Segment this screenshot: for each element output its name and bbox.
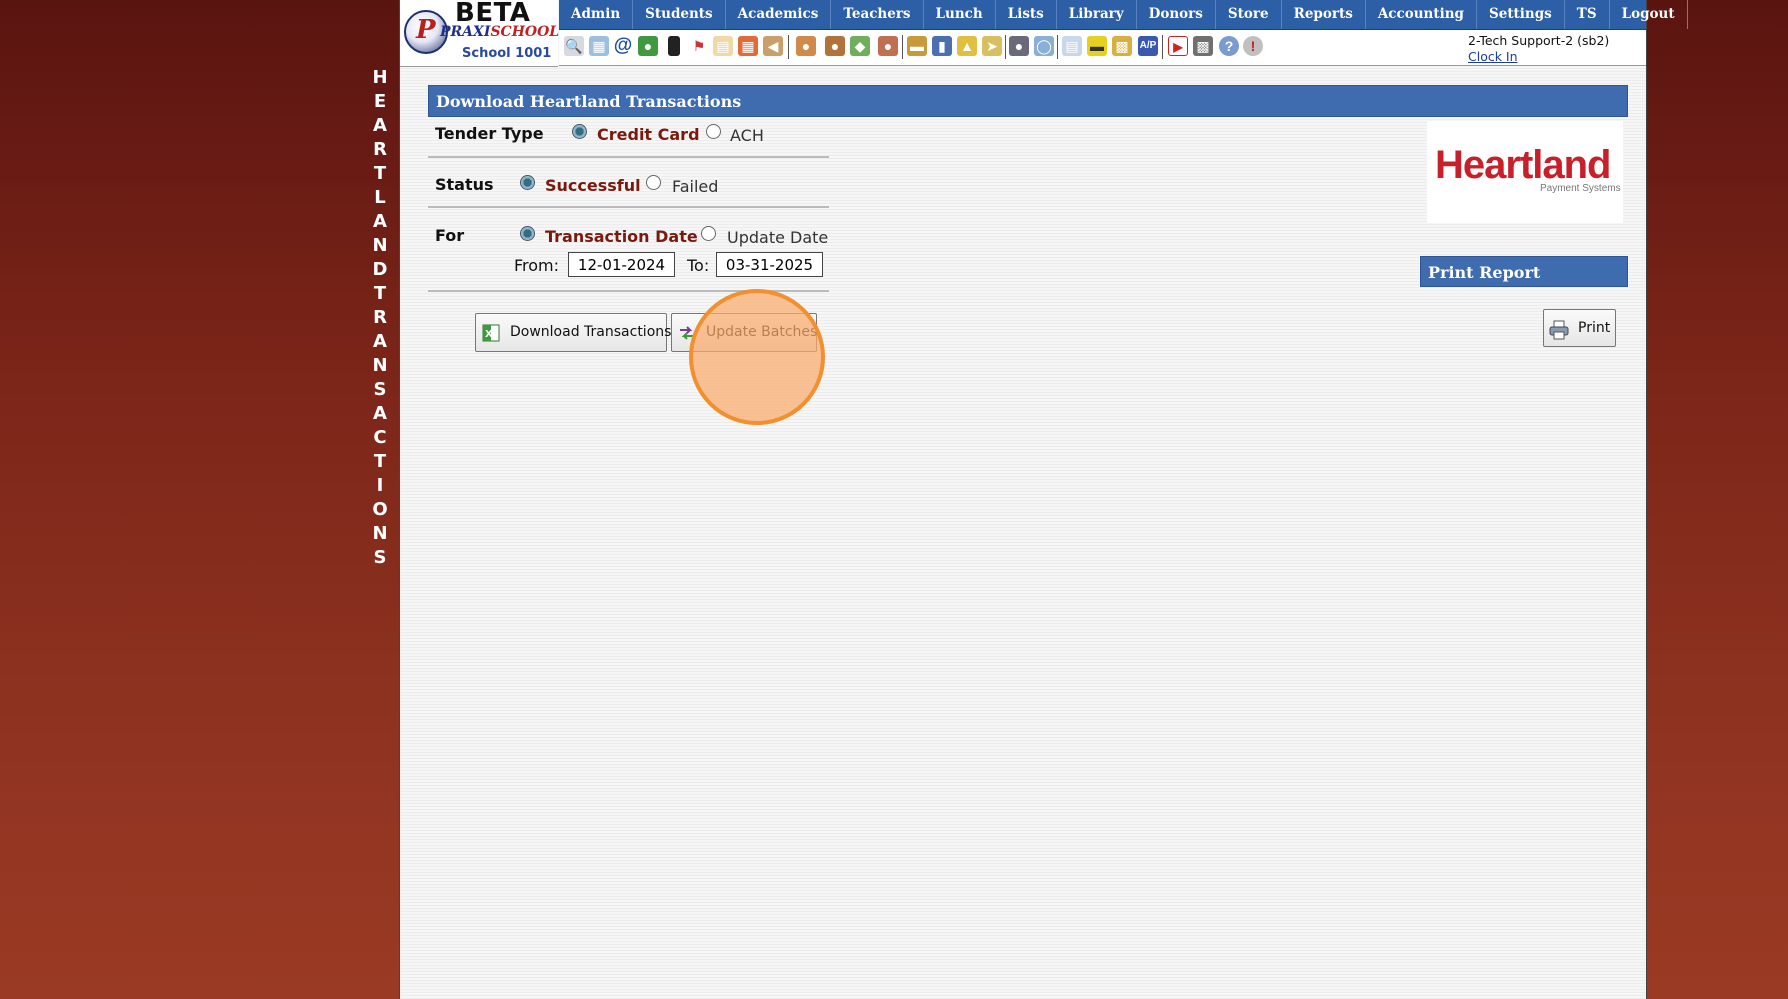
svg-text:X: X (485, 329, 493, 340)
bell-icon[interactable]: ▲ (957, 36, 977, 56)
status-successful-radio[interactable] (520, 175, 535, 190)
tender-type-label: Tender Type (435, 124, 544, 143)
excel-icon: X (482, 324, 500, 342)
status-failed-radio[interactable] (646, 175, 661, 190)
for-transaction-date-label[interactable]: Transaction Date (545, 227, 698, 246)
toolbar-separator (1057, 35, 1058, 59)
quick-toolbar: 🔍 ▦ @ ● ⚑ ▤ ▦ ◀ ● ● ◆ ● ▬ ▮ ▲ ➤ ● ◯ ▤ ▬ … (559, 30, 1646, 66)
chat-icon[interactable]: ● (638, 36, 658, 56)
email-at-icon[interactable]: @ (613, 36, 633, 56)
newsletter-icon[interactable]: ▤ (713, 36, 733, 56)
alert-icon[interactable]: ! (1243, 36, 1263, 56)
money-icon[interactable]: ▬ (1087, 36, 1107, 56)
heartland-logo-subtitle: Payment Systems (1540, 183, 1621, 194)
printer-folder-icon[interactable]: ▩ (1112, 36, 1132, 56)
to-label: To: (687, 256, 710, 275)
menu-store[interactable]: Store (1216, 0, 1282, 29)
for-label: For (435, 226, 465, 245)
clock-in-link[interactable]: Clock In (1468, 49, 1518, 64)
click-highlight-marker (689, 289, 825, 425)
book-icon[interactable]: ▮ (932, 36, 952, 56)
menu-lunch[interactable]: Lunch (924, 0, 996, 29)
menu-accounting[interactable]: Accounting (1366, 0, 1477, 29)
status-failed-label[interactable]: Failed (672, 177, 718, 196)
clock-icon[interactable]: ◯ (1034, 36, 1054, 56)
status-label: Status (435, 175, 494, 194)
calendar-icon[interactable]: ▦ (738, 36, 758, 56)
tender-ach-radio[interactable] (706, 124, 721, 139)
from-date-input[interactable] (568, 252, 675, 277)
form-divider (428, 156, 829, 158)
mobile-phone-icon[interactable] (668, 36, 680, 56)
current-user: 2-Tech Support-2 (sb2) (1468, 33, 1610, 48)
toolbar-separator (788, 35, 789, 59)
heartland-logo-word: Heartland (1435, 143, 1611, 187)
ap-icon[interactable]: A/P (1138, 36, 1158, 56)
family-icon[interactable]: ● (878, 36, 898, 56)
print-report-header: Print Report (1420, 256, 1628, 287)
calendar-grid-icon[interactable]: ▦ (589, 36, 609, 56)
menu-settings[interactable]: Settings (1477, 0, 1565, 29)
flag-icon[interactable]: ⚑ (689, 36, 709, 56)
student-icon[interactable]: ● (825, 36, 845, 56)
school-name: School 1001 (462, 46, 552, 61)
vertical-page-title: HEARTLAND TRANSACTIONS (372, 67, 394, 568)
to-date-input[interactable] (716, 252, 823, 277)
for-update-date-radio[interactable] (701, 226, 716, 241)
tender-credit-card-radio[interactable] (572, 124, 587, 139)
update-batches-button[interactable]: Update Batches (671, 313, 817, 352)
for-transaction-date-radio[interactable] (520, 226, 535, 241)
tender-ach-label[interactable]: ACH (730, 126, 764, 145)
toolbar-separator (1005, 35, 1006, 59)
for-update-date-label[interactable]: Update Date (727, 228, 828, 247)
menu-logout[interactable]: Logout (1610, 0, 1688, 29)
toolbar-separator (902, 35, 903, 59)
megaphone-icon[interactable]: ◀ (763, 36, 783, 56)
download-transactions-button[interactable]: X Download Transactions (475, 313, 671, 352)
menu-academics[interactable]: Academics (726, 0, 832, 29)
add-student-icon[interactable]: ● (796, 36, 816, 56)
menu-teachers[interactable]: Teachers (831, 0, 924, 29)
download-transactions-label: Download Transactions (510, 324, 672, 340)
menu-library[interactable]: Library (1057, 0, 1137, 29)
menu-admin[interactable]: Admin (559, 0, 634, 29)
update-batches-label: Update Batches (706, 324, 818, 340)
praxischool-logo[interactable]: P BETA PRAXISCHOOL School 1001 (400, 0, 560, 67)
teacher-icon[interactable]: ● (1009, 36, 1029, 56)
menu-ts[interactable]: TS (1565, 0, 1610, 29)
toolbar-separator (1162, 35, 1163, 59)
menu-students[interactable]: Students (633, 0, 726, 29)
form-divider (428, 206, 829, 208)
status-successful-label[interactable]: Successful (545, 176, 641, 195)
menu-reports[interactable]: Reports (1282, 0, 1366, 29)
printer-icon (1549, 320, 1569, 340)
form-section-header: Download Heartland Transactions (428, 85, 1628, 117)
forward-icon[interactable]: ➤ (982, 36, 1002, 56)
main-menu-bar: Admin Students Academics Teachers Lunch … (559, 0, 1688, 30)
from-label: From: (514, 256, 560, 275)
sync-arrows-icon (680, 326, 694, 340)
print-label: Print (1578, 320, 1611, 336)
form-divider (428, 290, 829, 292)
lunch-icon[interactable]: ▬ (907, 36, 927, 56)
print-button[interactable]: Print (1543, 309, 1616, 347)
payment-icon[interactable]: ◆ (850, 36, 870, 56)
pdf-icon[interactable]: ▶ (1168, 36, 1188, 56)
report-icon[interactable]: ▤ (1062, 36, 1082, 56)
menu-lists[interactable]: Lists (996, 0, 1057, 29)
help-icon[interactable]: ? (1219, 36, 1239, 56)
brand-name: PRAXISCHOOL (440, 24, 560, 40)
search-icon[interactable]: 🔍 (564, 36, 584, 56)
tender-credit-card-label[interactable]: Credit Card (597, 125, 700, 144)
app-window: P BETA PRAXISCHOOL School 1001 Admin Stu… (399, 0, 1688, 999)
menu-donors[interactable]: Donors (1137, 0, 1216, 29)
cash-register-icon[interactable]: ▩ (1193, 36, 1213, 56)
heartland-logo: Heartland Payment Systems (1427, 121, 1623, 223)
